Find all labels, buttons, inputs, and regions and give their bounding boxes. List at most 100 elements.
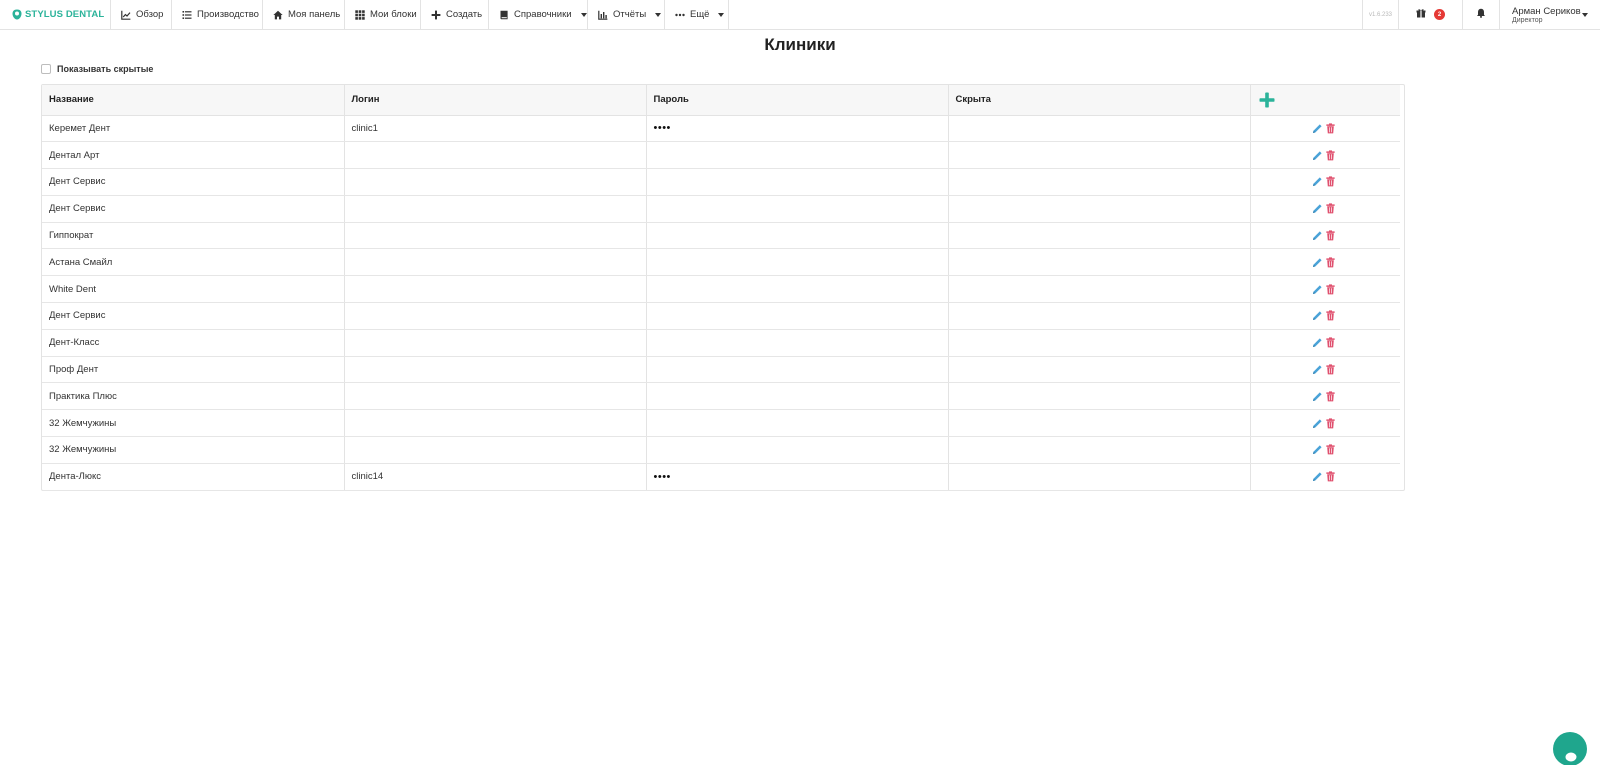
edit-pencil-icon[interactable]	[1312, 418, 1323, 429]
edit-pencil-icon[interactable]	[1312, 310, 1323, 321]
cell-hidden	[948, 436, 1251, 464]
delete-trash-icon[interactable]	[1325, 150, 1336, 161]
column-header-login[interactable]: Логин	[344, 85, 647, 116]
cell-password	[646, 329, 949, 357]
edit-pencil-icon[interactable]	[1312, 203, 1323, 214]
nav-item-reports[interactable]: Отчёты	[588, 0, 665, 29]
delete-trash-icon[interactable]	[1325, 444, 1336, 455]
cell-password	[646, 302, 949, 330]
edit-pencil-icon[interactable]	[1312, 150, 1323, 161]
edit-pencil-icon[interactable]	[1312, 444, 1323, 455]
delete-trash-icon[interactable]	[1325, 364, 1336, 375]
delete-trash-icon[interactable]	[1325, 257, 1336, 268]
cell-name: Гиппократ	[42, 222, 345, 250]
delete-trash-icon[interactable]	[1325, 471, 1336, 482]
cell-name: White Dent	[42, 275, 345, 304]
cell-hidden	[948, 248, 1251, 277]
cell-hidden	[948, 168, 1251, 196]
edit-pencil-icon[interactable]	[1312, 471, 1323, 482]
show-hidden-checkbox[interactable]	[41, 64, 51, 74]
delete-trash-icon[interactable]	[1325, 230, 1336, 241]
notifications-button[interactable]	[1463, 0, 1500, 29]
nav-item-label: Моя панель	[288, 9, 341, 20]
nav-item-label: Мои блоки	[370, 9, 417, 20]
nav-item-overview[interactable]: Обзор	[111, 0, 172, 29]
delete-trash-icon[interactable]	[1325, 123, 1336, 134]
edit-pencil-icon[interactable]	[1312, 391, 1323, 402]
edit-pencil-icon[interactable]	[1312, 230, 1323, 241]
edit-pencil-icon[interactable]	[1312, 284, 1323, 295]
table-row: Проф Дент	[42, 356, 1400, 384]
ellipsis-icon	[675, 10, 685, 20]
delete-trash-icon[interactable]	[1325, 310, 1336, 321]
book-icon	[499, 10, 509, 20]
cell-hidden	[948, 329, 1251, 357]
cell-actions	[1250, 382, 1400, 411]
table-row: Дент Сервис	[42, 302, 1400, 330]
delete-trash-icon[interactable]	[1325, 203, 1336, 214]
gifts-button[interactable]: 2	[1399, 0, 1463, 29]
user-menu[interactable]: Арман Сериков Директор	[1500, 0, 1600, 29]
show-hidden-toggle[interactable]: Показывать скрытые	[41, 64, 153, 74]
gift-icon	[1416, 8, 1426, 21]
cell-login	[344, 382, 647, 411]
nav-item-directories[interactable]: Справочники	[489, 0, 588, 29]
cell-login	[344, 436, 647, 464]
delete-trash-icon[interactable]	[1325, 418, 1336, 429]
cell-hidden	[948, 463, 1251, 491]
bar-chart-icon	[598, 10, 608, 20]
list-icon	[182, 10, 192, 20]
cell-password	[646, 409, 949, 438]
edit-pencil-icon[interactable]	[1312, 176, 1323, 187]
cell-actions	[1250, 356, 1400, 384]
cell-password	[646, 382, 949, 411]
delete-trash-icon[interactable]	[1325, 176, 1336, 187]
nav-item-my-blocks[interactable]: Мои блоки	[345, 0, 421, 29]
column-header-name[interactable]: Название	[42, 85, 345, 116]
delete-trash-icon[interactable]	[1325, 284, 1336, 295]
delete-trash-icon[interactable]	[1325, 391, 1336, 402]
brand-logo-link[interactable]: STYLUS DENTAL	[0, 0, 111, 29]
cell-actions	[1250, 302, 1400, 330]
cell-login: clinic14	[344, 463, 647, 491]
cell-password	[646, 168, 949, 196]
cell-login	[344, 168, 647, 196]
cell-hidden	[948, 302, 1251, 330]
edit-pencil-icon[interactable]	[1312, 337, 1323, 348]
edit-pencil-icon[interactable]	[1312, 123, 1323, 134]
nav-item-production[interactable]: Производство	[172, 0, 263, 29]
plus-icon	[431, 10, 441, 20]
edit-pencil-icon[interactable]	[1312, 364, 1323, 375]
edit-pencil-icon[interactable]	[1312, 257, 1323, 268]
cell-hidden	[948, 195, 1251, 223]
chat-widget-button[interactable]	[1553, 732, 1587, 765]
cell-name: Дент-Класс	[42, 329, 345, 357]
nav-item-create[interactable]: Создать	[421, 0, 489, 29]
chevron-down-icon	[718, 12, 725, 17]
column-header-hidden[interactable]: Скрыта	[948, 85, 1251, 116]
cell-hidden	[948, 141, 1251, 170]
user-name: Арман Сериков	[1512, 5, 1581, 17]
cell-actions	[1250, 329, 1400, 357]
chevron-down-icon	[655, 12, 662, 17]
delete-trash-icon[interactable]	[1325, 337, 1336, 348]
cell-password	[646, 195, 949, 223]
cell-actions	[1250, 248, 1400, 277]
cell-name: Дентал Арт	[42, 141, 345, 170]
brand-name: STYLUS DENTAL	[25, 9, 105, 20]
nav-item-label: Производство	[197, 9, 259, 20]
cell-actions	[1250, 222, 1400, 250]
gift-count-badge: 2	[1434, 9, 1445, 20]
cell-actions	[1250, 115, 1400, 143]
cell-login	[344, 141, 647, 170]
nav-item-more[interactable]: Ещё	[665, 0, 729, 29]
nav-item-my-panel[interactable]: Моя панель	[263, 0, 345, 29]
cell-login	[344, 275, 647, 304]
cell-login	[344, 195, 647, 223]
add-clinic-button[interactable]	[1258, 91, 1276, 109]
cell-login	[344, 222, 647, 250]
cell-password	[646, 436, 949, 464]
column-header-password[interactable]: Пароль	[646, 85, 949, 116]
clinics-table-container: Название Логин Пароль Скрыта Керемет Ден…	[41, 84, 1405, 491]
table-row: 32 Жемчужины	[42, 409, 1400, 438]
